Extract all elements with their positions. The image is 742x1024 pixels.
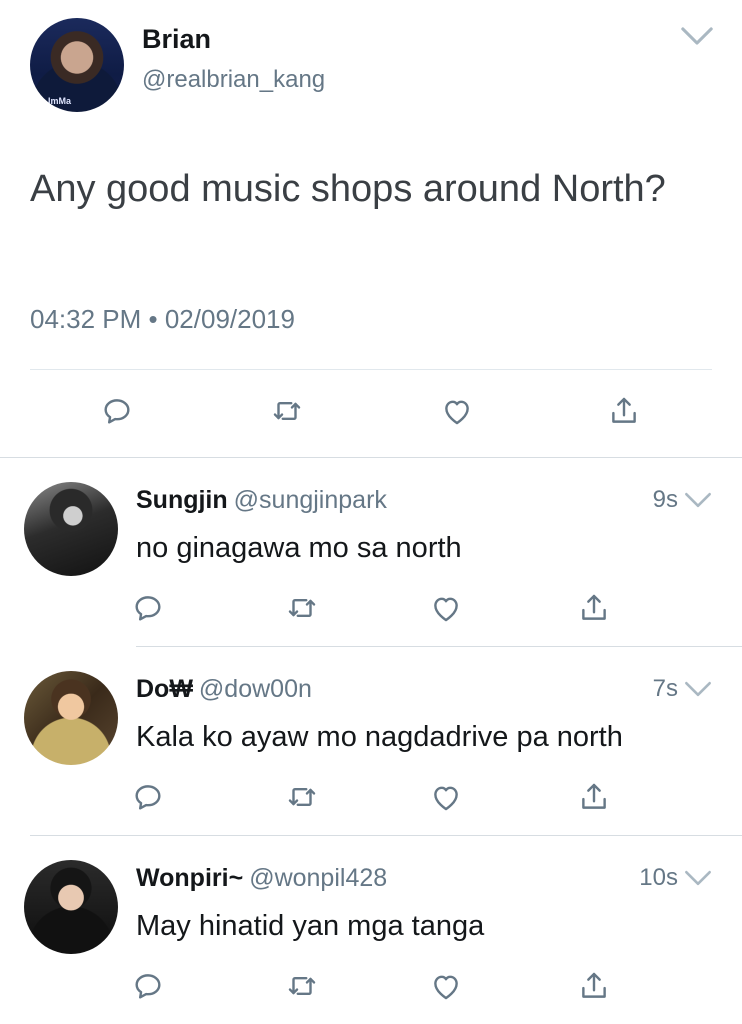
reply-text: Kala ko ayaw mo nagdadrive pa north (136, 721, 623, 753)
main-tweet: ImMa Brian @realbrian_kang Any good musi… (0, 0, 742, 457)
reply-author-handle: @dow00n (198, 675, 312, 703)
reply-icon[interactable] (97, 391, 137, 431)
share-icon[interactable] (574, 777, 614, 817)
like-icon[interactable] (437, 391, 477, 431)
author-handle[interactable]: @realbrian_kang (142, 66, 325, 94)
avatar-caption: ImMa (48, 96, 72, 106)
reply-author[interactable]: Sungjin @sungjinpark (136, 486, 387, 515)
tweet-text: Any good music shops around North? (30, 168, 666, 210)
reply-time: 10s (639, 864, 678, 891)
reply-author[interactable]: Wonpiri~ @wonpil428 (136, 864, 387, 893)
reply-tweet[interactable]: Do₩ @dow00n 7s Kala ko ayaw mo nagdadrive… (0, 647, 742, 835)
share-icon[interactable] (604, 391, 644, 431)
avatar[interactable] (24, 671, 118, 765)
retweet-icon[interactable] (282, 588, 322, 628)
divider (30, 369, 712, 370)
retweet-icon[interactable] (267, 391, 307, 431)
reply-text: May hinatid yan mga tanga (136, 910, 485, 942)
like-icon[interactable] (426, 966, 466, 1006)
reply-author-handle: @wonpil428 (249, 864, 388, 892)
retweet-icon[interactable] (282, 966, 322, 1006)
chevron-down-icon[interactable] (684, 490, 712, 510)
reply-author[interactable]: Do₩ @dow00n (136, 675, 312, 704)
like-icon[interactable] (426, 777, 466, 817)
reply-author-name: Do₩ (136, 675, 193, 703)
share-icon[interactable] (574, 588, 614, 628)
author-name[interactable]: Brian (142, 24, 211, 55)
reply-icon[interactable] (128, 966, 168, 1006)
reply-text: no ginagawa mo sa north (136, 532, 462, 564)
reply-time: 9s (652, 486, 678, 513)
reply-author-name: Wonpiri~ (136, 864, 244, 892)
reply-icon[interactable] (128, 777, 168, 817)
tweet-timestamp: 04:32 PM • 02/09/2019 (30, 304, 295, 334)
retweet-icon[interactable] (282, 777, 322, 817)
reply-author-name: Sungjin (136, 486, 228, 514)
share-icon[interactable] (574, 966, 614, 1006)
avatar[interactable] (24, 860, 118, 954)
reply-icon[interactable] (128, 588, 168, 628)
chevron-down-icon[interactable] (684, 679, 712, 699)
chevron-down-icon[interactable] (680, 24, 714, 48)
reply-tweet[interactable]: Sungjin @sungjinpark 9s no ginagawa mo sa… (0, 458, 742, 646)
avatar[interactable]: ImMa (30, 18, 124, 112)
chevron-down-icon[interactable] (684, 868, 712, 888)
reply-time: 7s (652, 675, 678, 702)
like-icon[interactable] (426, 588, 466, 628)
reply-tweet[interactable]: Wonpiri~ @wonpil428 10s May hinatid yan m… (0, 836, 742, 1024)
reply-author-handle: @sungjinpark (233, 486, 387, 514)
avatar[interactable] (24, 482, 118, 576)
